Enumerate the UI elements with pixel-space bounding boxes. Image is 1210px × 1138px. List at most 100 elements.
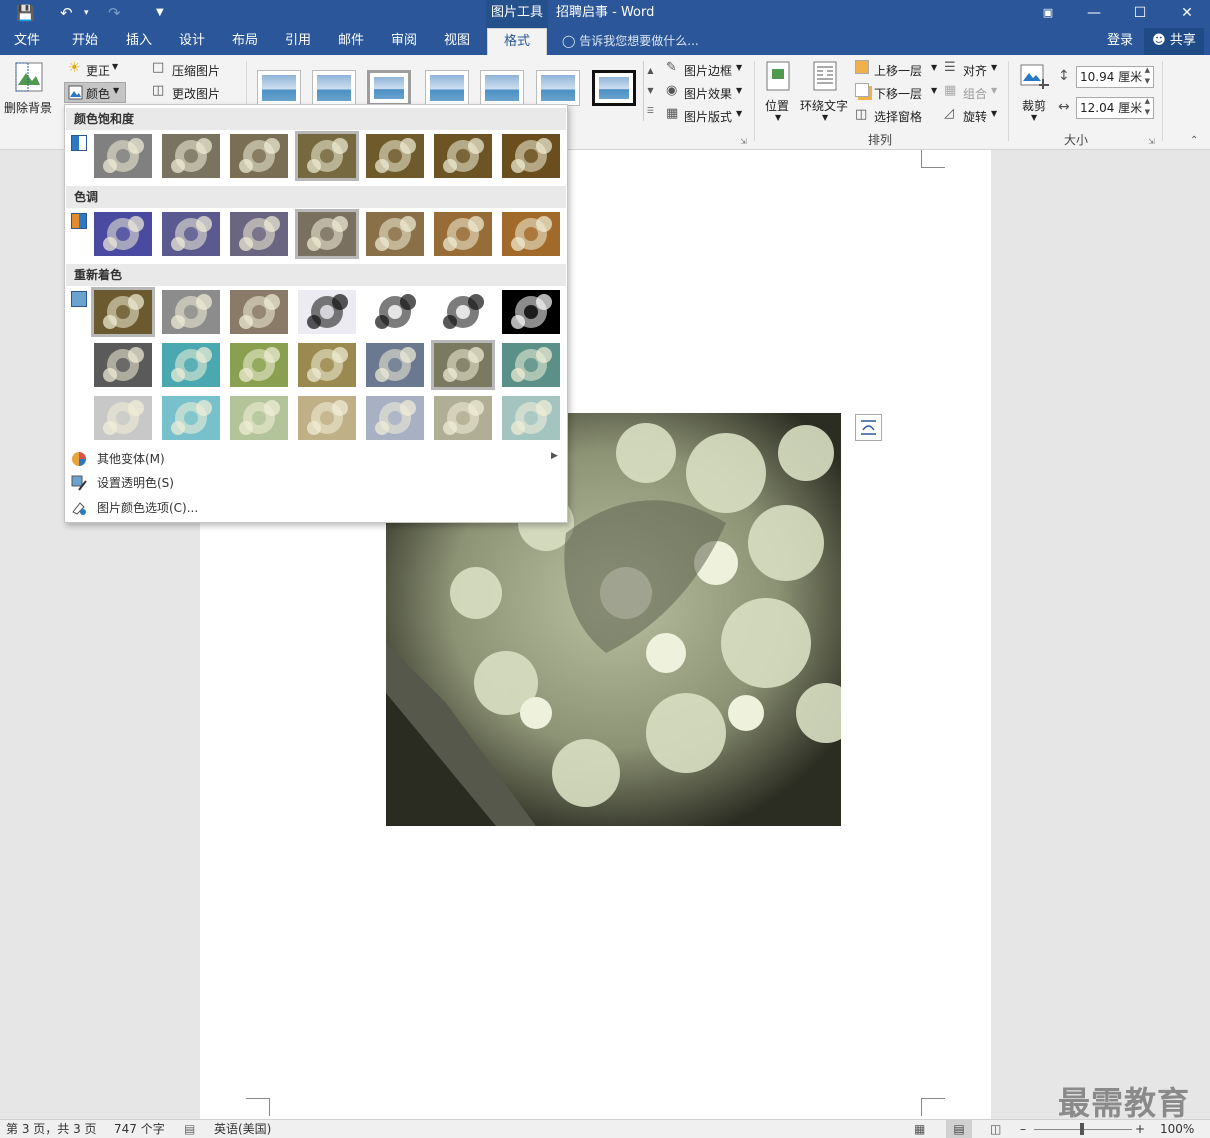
save-icon[interactable]: 💾 — [16, 4, 35, 22]
tab-file[interactable]: 文件 — [6, 28, 48, 55]
recolor-swatch-1[interactable] — [91, 287, 155, 337]
tab-home[interactable]: 开始 — [64, 28, 106, 55]
recolor-swatch-5[interactable] — [365, 289, 425, 335]
recolor-swatch-7[interactable] — [501, 289, 561, 335]
recolor-swatch-6[interactable] — [433, 395, 493, 441]
recolor-swatch-6[interactable] — [433, 289, 493, 335]
picture-style-1[interactable] — [257, 70, 301, 106]
color-button[interactable]: 颜色 ▼ — [64, 82, 126, 103]
saturation-swatch-2[interactable] — [161, 133, 221, 179]
tone-swatch-1[interactable] — [93, 211, 153, 257]
layout-options-button[interactable] — [855, 414, 882, 441]
maximize-button[interactable]: ☐ — [1117, 0, 1163, 28]
picture-layout-button[interactable]: ▦ 图片版式 ▼ — [664, 106, 744, 126]
tone-swatch-7[interactable] — [501, 211, 561, 257]
close-button[interactable]: ✕ — [1164, 0, 1210, 28]
picture-style-4[interactable] — [425, 70, 469, 106]
change-picture-button[interactable]: ◫ 更改图片 — [150, 83, 230, 103]
tab-view[interactable]: 视图 — [436, 28, 478, 55]
print-layout-icon[interactable]: ▤ — [946, 1120, 972, 1138]
zoom-slider-thumb[interactable] — [1080, 1123, 1084, 1135]
set-transparent-item[interactable]: 设置透明色(S) — [97, 474, 174, 492]
picture-border-button[interactable]: ✎ 图片边框 ▼ — [664, 60, 744, 80]
spinner-arrows[interactable]: ▲ ▼ — [1145, 96, 1150, 118]
recolor-swatch-4[interactable] — [297, 395, 357, 441]
tab-mailings[interactable]: 邮件 — [330, 28, 372, 55]
recolor-swatch-5[interactable] — [365, 342, 425, 388]
minimize-button[interactable]: — — [1071, 0, 1117, 28]
ribbon-display-icon[interactable]: ▣ — [1025, 0, 1071, 28]
share-button[interactable]: ☻ 共享 — [1144, 28, 1204, 55]
recolor-swatch-2[interactable] — [161, 342, 221, 388]
word-count[interactable]: 747 个字 — [114, 1120, 165, 1138]
undo-dropdown-icon[interactable]: ▾ — [84, 4, 89, 22]
customize-toolbar-icon[interactable]: ▼ — [156, 4, 164, 22]
tell-me-box[interactable]: ◯ 告诉我您想要做什么... — [562, 28, 699, 55]
saturation-swatch-3[interactable] — [229, 133, 289, 179]
dialog-launcher-icon[interactable]: ⇲ — [740, 137, 747, 146]
align-button[interactable]: ☰ 对齐 ▼ — [944, 60, 1000, 80]
picture-style-2[interactable] — [312, 70, 356, 106]
saturation-swatch-6[interactable] — [433, 133, 493, 179]
recolor-swatch-4[interactable] — [297, 342, 357, 388]
tone-swatch-5[interactable] — [365, 211, 425, 257]
tab-format[interactable]: 格式 — [487, 28, 547, 55]
recolor-swatch-3[interactable] — [229, 395, 289, 441]
more-variations-item[interactable]: 其他变体(M) — [97, 450, 165, 468]
tone-swatch-2[interactable] — [161, 211, 221, 257]
picture-style-5[interactable] — [480, 70, 524, 106]
selection-pane-button[interactable]: ◫ 选择窗格 — [855, 106, 937, 126]
tab-insert[interactable]: 插入 — [118, 28, 160, 55]
rotate-button[interactable]: ◿ 旋转 ▼ — [944, 106, 1000, 126]
recolor-swatch-2[interactable] — [161, 289, 221, 335]
recolor-swatch-4[interactable] — [297, 289, 357, 335]
saturation-swatch-5[interactable] — [365, 133, 425, 179]
recolor-swatch-1[interactable] — [93, 342, 153, 388]
picture-style-6[interactable] — [536, 70, 580, 106]
recolor-swatch-7[interactable] — [501, 395, 561, 441]
corrections-button[interactable]: ☀ 更正 ▼ — [64, 60, 126, 80]
recolor-swatch-2[interactable] — [161, 395, 221, 441]
bring-forward-button[interactable]: 上移一层 ▼ — [855, 60, 937, 80]
tone-swatch-6[interactable] — [433, 211, 493, 257]
wrap-text-button[interactable]: 环绕文字 ▼ — [800, 59, 850, 125]
spinner-arrows[interactable]: ▲ ▼ — [1145, 65, 1150, 87]
collapse-ribbon-icon[interactable]: ⌃ — [1190, 135, 1198, 146]
saturation-swatch-4[interactable] — [295, 131, 359, 181]
picture-style-3[interactable] — [367, 70, 411, 106]
read-mode-icon[interactable]: ▦ — [914, 1120, 925, 1138]
picture-effects-button[interactable]: ◉ 图片效果 ▼ — [664, 83, 744, 103]
recolor-swatch-1[interactable] — [93, 395, 153, 441]
proofing-icon[interactable]: ▤ — [184, 1120, 195, 1138]
recolor-swatch-3[interactable] — [229, 289, 289, 335]
gallery-scroll[interactable]: ▲ ▼ ☰ — [643, 61, 657, 121]
compress-pictures-button[interactable]: □ 压缩图片 — [150, 60, 230, 80]
remove-background-button[interactable]: 删除背景 — [4, 59, 54, 119]
language[interactable]: 英语(美国) — [214, 1120, 271, 1138]
width-input[interactable]: 12.04 厘米 ▲ ▼ — [1076, 97, 1154, 119]
undo-icon[interactable]: ↶ — [60, 4, 73, 22]
picture-style-7[interactable] — [592, 70, 636, 106]
recolor-swatch-5[interactable] — [365, 395, 425, 441]
web-layout-icon[interactable]: ◫ — [990, 1120, 1001, 1138]
recolor-swatch-7[interactable] — [501, 342, 561, 388]
height-input[interactable]: 10.94 厘米 ▲ ▼ — [1076, 66, 1154, 88]
recolor-swatch-6[interactable] — [431, 340, 495, 390]
color-options-item[interactable]: 图片颜色选项(C)... — [97, 499, 198, 517]
page-count[interactable]: 第 3 页，共 3 页 — [6, 1120, 97, 1138]
login-link[interactable]: 登录 — [1100, 28, 1140, 55]
tab-layout[interactable]: 布局 — [224, 28, 266, 55]
position-button[interactable]: 位置 ▼ — [762, 59, 794, 125]
recolor-swatch-3[interactable] — [229, 342, 289, 388]
tab-review[interactable]: 审阅 — [383, 28, 425, 55]
tab-references[interactable]: 引用 — [277, 28, 319, 55]
saturation-swatch-1[interactable] — [93, 133, 153, 179]
saturation-swatch-7[interactable] — [501, 133, 561, 179]
tab-design[interactable]: 设计 — [171, 28, 213, 55]
tone-swatch-3[interactable] — [229, 211, 289, 257]
zoom-out-button[interactable]: – — [1020, 1120, 1026, 1138]
send-backward-button[interactable]: 下移一层 ▼ — [855, 83, 937, 103]
crop-button[interactable]: 裁剪 ▼ — [1016, 59, 1052, 125]
tone-swatch-4[interactable] — [295, 209, 359, 259]
dialog-launcher-icon[interactable]: ⇲ — [1148, 137, 1155, 146]
